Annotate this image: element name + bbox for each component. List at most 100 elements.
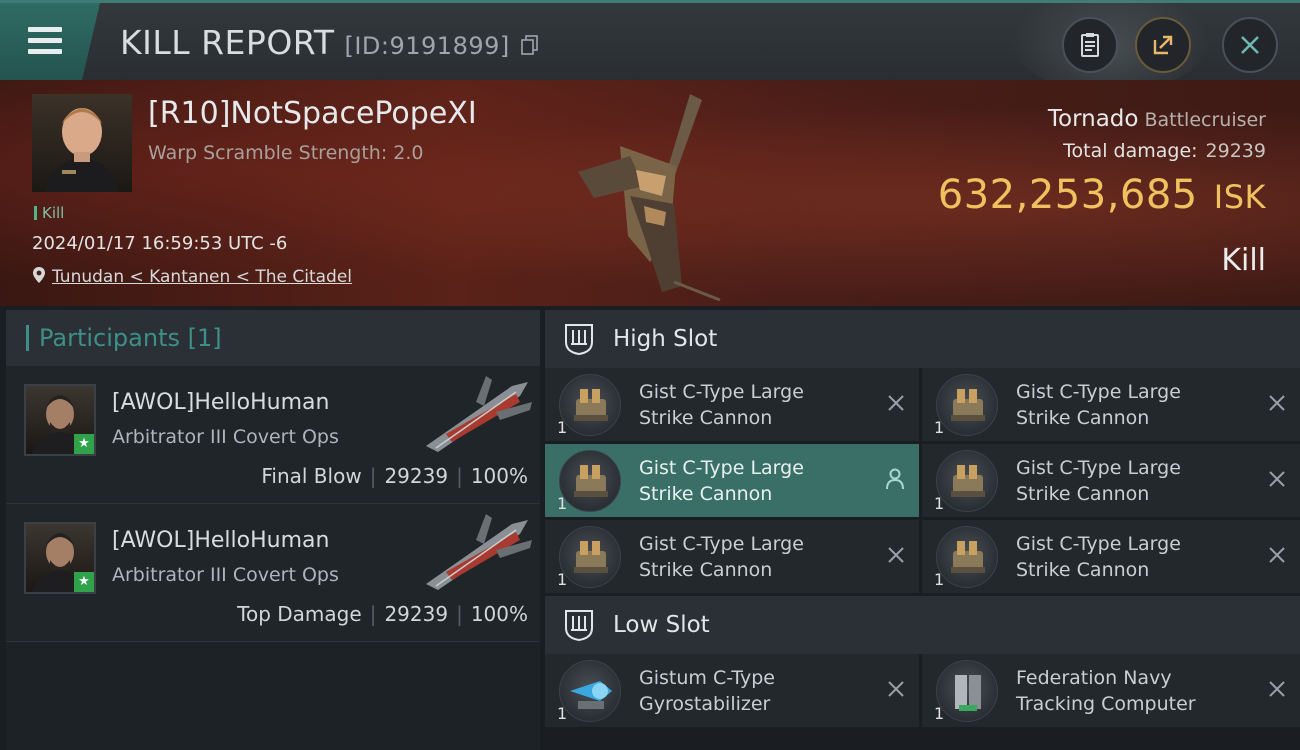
divider: | bbox=[456, 464, 463, 488]
participant-ship-image bbox=[426, 376, 532, 452]
cannon-icon bbox=[936, 374, 998, 436]
low-slot-icon bbox=[565, 610, 593, 642]
share-button[interactable] bbox=[1135, 17, 1191, 73]
module-name-line: Gist C-Type Large bbox=[1016, 457, 1181, 479]
victim-ship-image bbox=[578, 94, 721, 301]
module-name-line: Gist C-Type Large bbox=[639, 381, 804, 403]
clipboard-icon bbox=[1081, 33, 1099, 57]
participant-portrait[interactable]: ★ bbox=[24, 384, 96, 456]
menu-button[interactable] bbox=[0, 3, 100, 80]
module-slot[interactable]: 1 Gist C-Type Large Strike Cannon bbox=[545, 368, 919, 441]
module-name-line: Gist C-Type Large bbox=[639, 457, 804, 479]
cannon-icon bbox=[936, 526, 998, 588]
participant-name[interactable]: [AWOL]HelloHuman bbox=[112, 390, 329, 415]
module-slot[interactable]: 1 Gist C-Type Large Strike Cannon bbox=[922, 520, 1300, 593]
victim-portrait[interactable] bbox=[32, 94, 132, 192]
module-name: Gist C-Type Large Strike Cannon bbox=[1016, 379, 1226, 431]
participant-stats: Top Damage | 29239 | 100% bbox=[237, 602, 528, 626]
isk-value: 632,253,685 ISK bbox=[938, 172, 1266, 218]
cannon-icon bbox=[936, 450, 998, 512]
tracking-computer-image bbox=[955, 675, 981, 711]
ship-name: Tornado bbox=[1047, 106, 1139, 132]
module-slot[interactable]: 1 Gistum C-Type Gyrostabilizer bbox=[545, 654, 919, 727]
high-slot-modules: 1 Gist C-Type Large Strike Cannon 1 Gist … bbox=[545, 368, 1300, 593]
destroyed-icon bbox=[1269, 547, 1285, 563]
participant-portrait[interactable]: ★ bbox=[24, 522, 96, 594]
kill-tag: Kill bbox=[34, 204, 64, 222]
cannon-image bbox=[951, 465, 985, 497]
module-name: Federation Navy Tracking Computer bbox=[1016, 665, 1226, 717]
close-icon bbox=[1241, 36, 1259, 54]
participant-percent: 100% bbox=[470, 602, 528, 626]
module-name-line: Gist C-Type Large bbox=[1016, 533, 1181, 555]
participant-row[interactable]: ★ [AWOL]HelloHuman Arbitrator III Covert… bbox=[6, 504, 540, 642]
participant-ship-image bbox=[426, 514, 532, 590]
module-slot[interactable]: 1 Federation Navy Tracking Computer bbox=[922, 654, 1300, 727]
menu-icon bbox=[28, 27, 62, 32]
victim-name[interactable]: [R10]NotSpacePopeXI bbox=[148, 96, 477, 131]
dropped-icon bbox=[886, 468, 904, 490]
module-name: Gist C-Type Large Strike Cannon bbox=[1016, 531, 1226, 583]
total-damage: Total damage: 29239 bbox=[1063, 140, 1266, 162]
page-title-text: KILL REPORT bbox=[120, 23, 335, 62]
module-name-line: Tracking Computer bbox=[1016, 693, 1196, 715]
title-bar: KILL REPORT [ID:9191899] bbox=[0, 0, 1300, 93]
cannon-image bbox=[574, 541, 608, 573]
destroyed-icon bbox=[1269, 395, 1285, 411]
ship-class: Battlecruiser bbox=[1144, 109, 1266, 131]
module-name-line: Gist C-Type Large bbox=[639, 533, 804, 555]
clipboard-button[interactable] bbox=[1062, 17, 1118, 73]
high-slot-icon bbox=[565, 324, 593, 356]
cannon-icon bbox=[559, 374, 621, 436]
module-name: Gist C-Type Large Strike Cannon bbox=[1016, 455, 1226, 507]
module-quantity: 1 bbox=[557, 494, 568, 513]
victim-avatar bbox=[46, 108, 118, 192]
destroyed-icon bbox=[888, 395, 904, 411]
module-name: Gist C-Type Large Strike Cannon bbox=[639, 531, 849, 583]
participant-percent: 100% bbox=[470, 464, 528, 488]
module-name-line: Strike Cannon bbox=[1016, 483, 1150, 505]
module-slot[interactable]: 1 Gist C-Type Large Strike Cannon bbox=[922, 444, 1300, 517]
ship-type[interactable]: Tornado Battlecruiser bbox=[1048, 106, 1266, 132]
module-quantity: 1 bbox=[557, 570, 568, 589]
module-quantity: 1 bbox=[934, 494, 945, 513]
participant-damage: 29239 bbox=[384, 464, 449, 488]
victim-panel: [R10]NotSpacePopeXI Warp Scramble Streng… bbox=[0, 80, 1300, 306]
close-button[interactable] bbox=[1222, 17, 1278, 73]
module-name-line: Gistum C-Type bbox=[639, 667, 775, 689]
module-name: Gist C-Type Large Strike Cannon bbox=[639, 379, 849, 431]
destroyed-icon bbox=[888, 547, 904, 563]
copy-icon[interactable] bbox=[520, 35, 539, 55]
low-slot-modules: 1 Gistum C-Type Gyrostabilizer 1 Federati… bbox=[545, 654, 1300, 727]
kill-timestamp: 2024/01/17 16:59:53 UTC -6 bbox=[32, 233, 288, 254]
destroyed-icon bbox=[1269, 471, 1285, 487]
divider: | bbox=[369, 464, 377, 488]
module-slot[interactable]: 1 Gist C-Type Large Strike Cannon bbox=[922, 368, 1300, 441]
participant-stats: Final Blow | 29239 | 100% bbox=[261, 464, 528, 488]
participants-title: Participants [1] bbox=[39, 324, 222, 352]
participant-role: Final Blow bbox=[261, 464, 362, 488]
menu-icon-bar bbox=[28, 38, 62, 43]
high-slot-label: High Slot bbox=[613, 326, 718, 352]
location-link[interactable]: Tunudan < Kantanen < The Citadel bbox=[52, 267, 352, 287]
module-name-line: Gist C-Type Large bbox=[1016, 381, 1181, 403]
share-icon bbox=[1153, 35, 1173, 55]
isk-amount: 632,253,685 bbox=[937, 172, 1198, 218]
star-icon: ★ bbox=[74, 572, 94, 592]
participant-name[interactable]: [AWOL]HelloHuman bbox=[112, 528, 329, 553]
participant-row[interactable]: ★ [AWOL]HelloHuman Arbitrator III Covert… bbox=[6, 366, 540, 504]
cannon-image bbox=[574, 389, 608, 421]
participant-role: Top Damage bbox=[237, 602, 362, 626]
divider: | bbox=[369, 602, 377, 626]
location[interactable]: Tunudan < Kantanen < The Citadel bbox=[32, 266, 352, 287]
module-name-line: Strike Cannon bbox=[639, 407, 773, 429]
gyrostabilizer-icon bbox=[559, 660, 621, 722]
module-name-line: Strike Cannon bbox=[1016, 559, 1150, 581]
module-name: Gist C-Type Large Strike Cannon bbox=[639, 455, 849, 507]
module-slot-selected[interactable]: 1 Gist C-Type Large Strike Cannon bbox=[545, 444, 919, 517]
module-slot[interactable]: 1 Gist C-Type Large Strike Cannon bbox=[545, 520, 919, 593]
fitting-panel: High Slot 1 Gist C-Type Large Strike Cann… bbox=[545, 310, 1300, 750]
divider: | bbox=[456, 602, 463, 626]
module-quantity: 1 bbox=[934, 418, 945, 437]
location-pin-icon bbox=[33, 267, 45, 283]
